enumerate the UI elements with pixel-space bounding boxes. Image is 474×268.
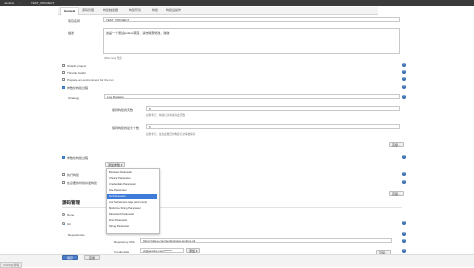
days-label: 保持构建的天数 [112,108,134,112]
tab-scm[interactable]: 源码管理 [79,7,97,14]
strategy-label: Strategy [68,96,80,100]
help-icon[interactable]: ? [402,249,406,253]
save-button[interactable]: 保存 [62,255,78,260]
menu-item-credentials[interactable]: Credentials Parameter [107,182,157,187]
help-icon[interactable]: ? [402,239,406,243]
menu-item-boolean[interactable]: Boolean Parameter [107,170,157,175]
throttle-builds-label: Throttle builds [67,71,86,75]
help-icon[interactable]: ? [402,95,406,99]
discard-builds-label: 参数化构建过程 [67,86,89,90]
scm-git-label: Git [67,222,71,226]
param-build-checkbox[interactable] [62,156,65,159]
menu-item-file[interactable]: File Parameter [107,188,157,193]
scm-none-label: None [67,213,75,217]
max-builds-label: 保持构建的最大个数 [112,126,140,130]
status-bar: CSDN@博客 [0,262,23,268]
custom-ws-label: 在必要的时候并发构建 [67,181,98,185]
breadcrumb-bar: Jenkins › TEST_PROJECT [0,0,474,6]
max-builds-input[interactable]: 5 [146,124,400,129]
repositories-label: Repositories [68,233,85,237]
tab-build-triggers[interactable]: 构建触发器 [100,7,121,14]
max-builds-hint: 如果非空，最多此数目的构建记录将被保存 [146,133,196,136]
throttle-builds-checkbox[interactable] [62,71,65,74]
scm-title: 源码管理 [62,200,80,205]
description-label: 描述 [68,31,75,35]
add-parameter-button[interactable]: 添加参数 ▾ [105,162,126,167]
strategy-select[interactable]: Log Rotation [104,94,400,99]
breadcrumb-separator: › [19,1,20,5]
breadcrumb-jenkins[interactable]: Jenkins [4,1,14,5]
prepare-env-label: Prepare an environment for the run [67,78,114,82]
menu-item-choice[interactable]: Choice Parameter [107,176,157,181]
add-credentials-button[interactable]: 添加 ▾ [186,248,201,253]
help-icon[interactable]: ? [402,70,406,74]
config-tabs: General 源码管理 构建触发器 构建环境 构建 构建后操作 [58,7,378,15]
apply-button[interactable]: 应用 [84,255,100,260]
help-icon[interactable]: ? [402,63,406,67]
advanced-button-2[interactable]: 高级... [389,191,404,196]
menu-item-password[interactable]: Password Parameter [107,212,157,217]
menu-item-run[interactable]: Run Parameter [107,218,157,223]
description-textarea[interactable]: 这是一个测试jenkins项目，请勿随意修改，谢谢 [103,28,400,54]
concurrent-label: 执行构建 [67,173,80,177]
credentials-select[interactable]: ci@jenkins.com/****** [140,248,184,253]
help-icon[interactable]: ? [402,172,406,176]
help-icon[interactable]: ? [402,85,406,89]
tab-general[interactable]: General [60,7,80,15]
help-icon[interactable]: ? [402,232,406,236]
help-icon[interactable]: ? [402,155,406,159]
repo-url-label: Repository URL [114,240,136,244]
menu-item-git[interactable]: Git Parameter [107,194,157,199]
scm-none-radio[interactable] [62,213,65,216]
concurrent-checkbox[interactable] [62,173,65,176]
help-icon[interactable]: ? [402,221,406,225]
discard-builds-checkbox[interactable] [62,86,65,89]
menu-item-svn-tags[interactable]: List Subversion tags (and more) [107,200,157,205]
param-build-label: 参数化构建过程 [67,156,89,160]
custom-ws-checkbox[interactable] [62,181,65,184]
scm-git-radio[interactable] [62,222,65,225]
tab-build[interactable]: 构建 [149,7,161,14]
help-icon[interactable]: ? [402,77,406,81]
breadcrumb-project[interactable]: TEST_PROJECT [31,1,54,5]
project-name-input[interactable]: TEST_PROJECT [103,17,400,22]
add-parameter-menu: Boolean Parameter Choice Parameter Crede… [106,168,160,234]
help-icon[interactable]: ? [402,180,406,184]
preview-link[interactable]: [Plain text] 预览 [104,56,122,60]
tab-post-build[interactable]: 构建后操作 [163,7,184,14]
days-input[interactable]: 5 [146,106,400,111]
github-project-checkbox[interactable] [62,64,65,67]
tab-build-env[interactable]: 构建环境 [126,7,144,14]
project-name-label: 项目名称 [68,19,81,23]
menu-item-string[interactable]: String Parameter [107,224,157,229]
days-hint: 如果非空，构建记录将保存此天数 [146,114,185,117]
repo-url-input[interactable]: https://gitee.com/jenkins/test-jenkins.g… [140,238,392,243]
github-project-label: GitHub project [67,64,87,68]
menu-item-multiline[interactable]: Multi-line String Parameter [107,206,157,211]
advanced-button[interactable]: 高级... [389,142,404,147]
prepare-env-checkbox[interactable] [62,78,65,81]
